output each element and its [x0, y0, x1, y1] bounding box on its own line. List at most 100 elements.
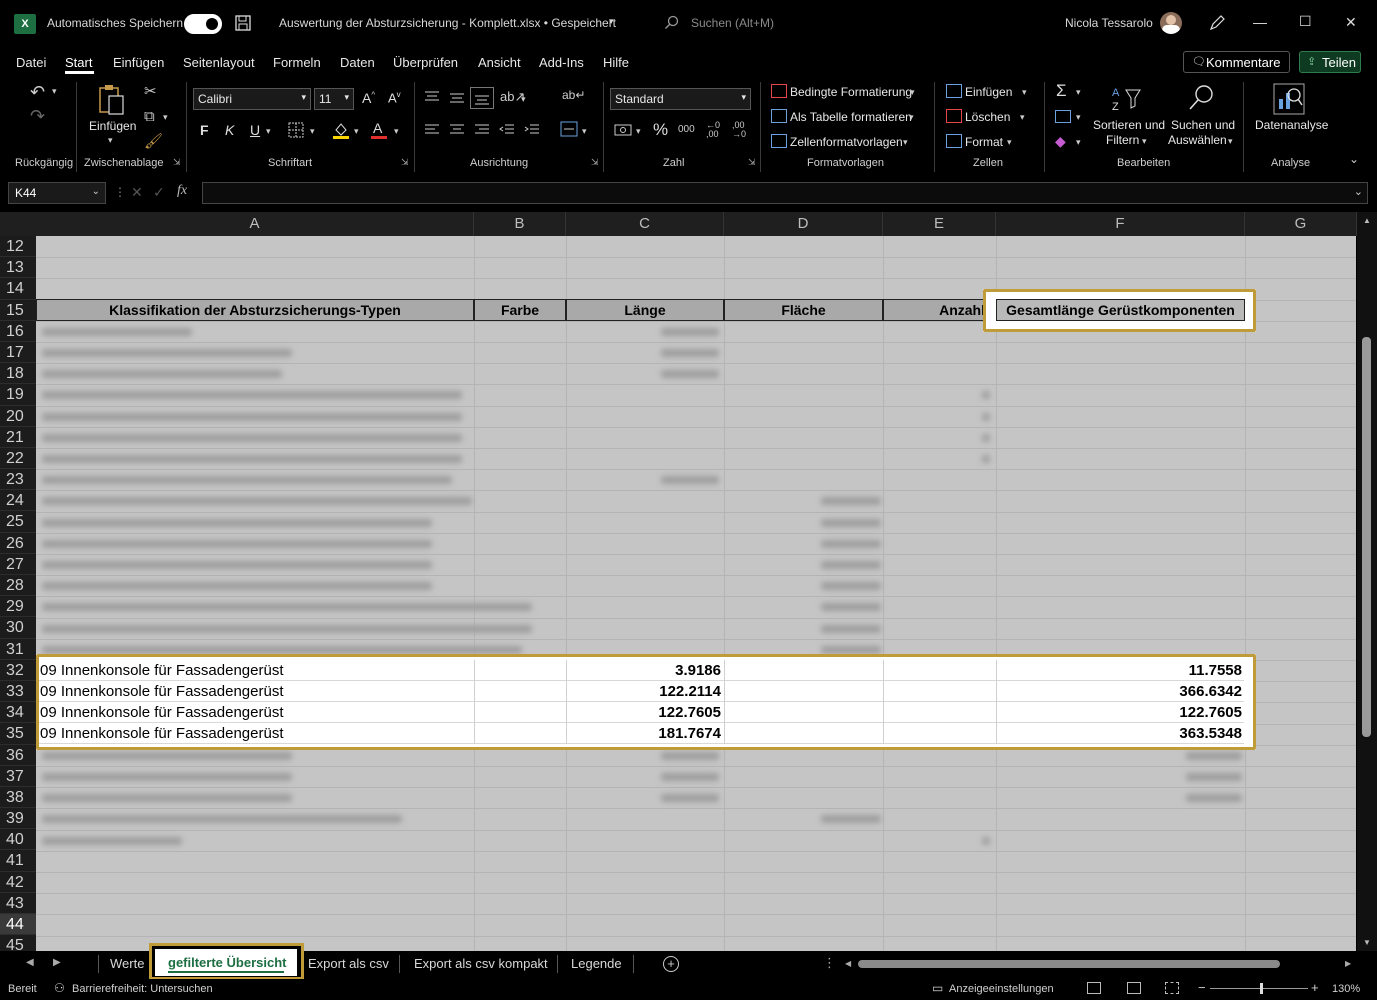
- tab-start[interactable]: Start: [65, 55, 92, 70]
- chevron-down-icon[interactable]: ▾: [903, 137, 908, 148]
- row-header[interactable]: 43: [0, 892, 36, 914]
- header-classification[interactable]: Klassifikation der Absturzsicherungs-Typ…: [36, 299, 474, 321]
- clipboard-launcher-icon[interactable]: ⇲: [173, 157, 181, 168]
- zoom-out-icon[interactable]: −: [1198, 980, 1206, 995]
- increase-decimal-icon[interactable]: ←0,00: [706, 121, 720, 139]
- document-title[interactable]: Auswertung der Absturzsicherung - Komple…: [279, 16, 616, 30]
- thousands-button[interactable]: 000: [678, 124, 695, 135]
- font-color-dropdown-icon[interactable]: ▾: [394, 126, 399, 137]
- row-header[interactable]: 14: [0, 278, 36, 300]
- font-color-icon[interactable]: A: [370, 120, 388, 140]
- underline-dropdown-icon[interactable]: ▾: [266, 126, 271, 137]
- add-sheet-icon[interactable]: +: [663, 956, 679, 972]
- row-header[interactable]: 27: [0, 553, 36, 575]
- paste-icon[interactable]: [97, 84, 127, 116]
- align-bottom-button[interactable]: [470, 87, 494, 109]
- scroll-up-icon[interactable]: ▲: [1363, 216, 1371, 225]
- cell-styles-button[interactable]: Zellenformatvorlagen: [790, 135, 903, 149]
- display-settings-button[interactable]: Anzeigeeinstellungen: [949, 983, 1054, 995]
- maximize-button[interactable]: ☐: [1299, 13, 1312, 30]
- fill-icon[interactable]: [1055, 110, 1071, 123]
- column-header-c[interactable]: C: [566, 212, 724, 236]
- format-as-table-button[interactable]: Als Tabelle formatieren: [790, 110, 912, 124]
- row-header[interactable]: 35: [0, 723, 36, 745]
- save-icon[interactable]: [234, 14, 252, 32]
- format-cells-icon[interactable]: [946, 134, 962, 148]
- borders-dropdown-icon[interactable]: ▾: [310, 126, 315, 137]
- autosum-icon[interactable]: Σ: [1056, 81, 1067, 101]
- prev-sheet-icon[interactable]: ◀: [26, 957, 34, 968]
- scroll-right-icon[interactable]: ▶: [1345, 959, 1351, 968]
- column-header-f[interactable]: F: [996, 212, 1245, 236]
- user-name[interactable]: Nicola Tessarolo: [1065, 16, 1153, 30]
- bold-button[interactable]: F: [200, 122, 209, 138]
- find-select-icon[interactable]: [1186, 83, 1216, 113]
- cancel-entry-icon[interactable]: ✕: [131, 184, 143, 201]
- font-size-select[interactable]: 11 ▾: [314, 88, 354, 110]
- row-header[interactable]: 38: [0, 786, 36, 809]
- cut-icon[interactable]: ✂: [144, 82, 157, 100]
- tab-add-ins[interactable]: Add-Ins: [539, 55, 584, 70]
- wrap-text-icon[interactable]: ab↵: [562, 88, 585, 102]
- tab-einfuegen[interactable]: Einfügen: [113, 55, 164, 70]
- active-sheet-tab[interactable]: gefilterte Übersicht: [155, 949, 297, 976]
- column-header-g[interactable]: G: [1245, 212, 1357, 236]
- chevron-down-icon[interactable]: ▾: [1007, 137, 1012, 148]
- sort-filter-label-2[interactable]: Filtern: [1106, 133, 1139, 147]
- tab-seitenlayout[interactable]: Seitenlayout: [183, 55, 255, 70]
- formula-input[interactable]: ⌄: [202, 182, 1368, 204]
- font-launcher-icon[interactable]: ⇲: [401, 157, 409, 168]
- row-header[interactable]: 18: [0, 363, 36, 385]
- row-header[interactable]: 29: [0, 596, 36, 618]
- row-header[interactable]: 31: [0, 638, 36, 660]
- decrease-decimal-icon[interactable]: ,00 →0: [732, 121, 746, 139]
- pen-icon[interactable]: [1208, 14, 1226, 32]
- borders-icon[interactable]: [288, 122, 304, 138]
- row-header[interactable]: 32: [0, 659, 36, 681]
- underline-button[interactable]: U: [250, 122, 260, 138]
- paste-label[interactable]: Einfügen: [89, 119, 136, 133]
- header-length[interactable]: Länge: [566, 299, 724, 321]
- align-middle-icon[interactable]: [449, 90, 465, 104]
- scroll-left-icon[interactable]: ◀: [845, 959, 851, 968]
- chevron-down-icon[interactable]: ▾: [1020, 112, 1025, 123]
- format-as-table-icon[interactable]: [771, 109, 787, 123]
- font-name-select[interactable]: Calibri ▾: [193, 88, 311, 110]
- vertical-scrollbar[interactable]: ▲ ▼: [1357, 212, 1377, 951]
- name-box[interactable]: K44 ⌄: [8, 182, 106, 204]
- comments-button[interactable]: 🗨 Kommentare: [1183, 51, 1290, 73]
- row-header[interactable]: 15: [0, 299, 36, 321]
- row-header[interactable]: 22: [0, 447, 36, 470]
- increase-indent-icon[interactable]: [524, 123, 540, 137]
- sheet-tab-export-csv[interactable]: Export als csv: [308, 956, 389, 971]
- row-header[interactable]: 21: [0, 426, 36, 448]
- autosave-toggle[interactable]: [184, 14, 222, 34]
- chevron-down-icon[interactable]: ▾: [909, 112, 914, 123]
- row-header[interactable]: 41: [0, 850, 36, 872]
- orientation-dropdown-icon[interactable]: ▾: [521, 94, 526, 105]
- row-header[interactable]: 37: [0, 765, 36, 787]
- zoom-level[interactable]: 130%: [1332, 983, 1360, 995]
- zoom-slider-thumb[interactable]: [1260, 983, 1263, 994]
- data-analysis-button[interactable]: Datenanalyse: [1255, 118, 1328, 132]
- italic-button[interactable]: K: [225, 122, 234, 138]
- align-top-icon[interactable]: [424, 90, 440, 104]
- delete-cells-button[interactable]: Löschen: [965, 110, 1010, 124]
- insert-cells-button[interactable]: Einfügen: [965, 85, 1012, 99]
- column-header-e[interactable]: E: [883, 212, 996, 236]
- horizontal-scroll-thumb[interactable]: [858, 960, 1280, 968]
- grow-font-icon[interactable]: A^: [362, 90, 375, 106]
- format-painter-icon[interactable]: 🖌: [144, 132, 163, 150]
- page-break-view-icon[interactable]: [1165, 982, 1179, 994]
- redo-icon[interactable]: ↷: [30, 106, 45, 127]
- clear-icon[interactable]: ◆: [1055, 133, 1066, 150]
- fill-dropdown-icon[interactable]: ▾: [354, 126, 359, 137]
- undo-icon[interactable]: ↶: [30, 82, 45, 103]
- find-select-label-2[interactable]: Auswählen: [1168, 133, 1227, 147]
- copy-dropdown-icon[interactable]: ▾: [163, 112, 168, 123]
- row-header[interactable]: 20: [0, 405, 36, 427]
- shrink-font-icon[interactable]: Av: [388, 90, 401, 105]
- row-header[interactable]: 34: [0, 702, 36, 724]
- number-format-select[interactable]: Standard ▾: [610, 88, 751, 110]
- row-header[interactable]: 13: [0, 257, 36, 279]
